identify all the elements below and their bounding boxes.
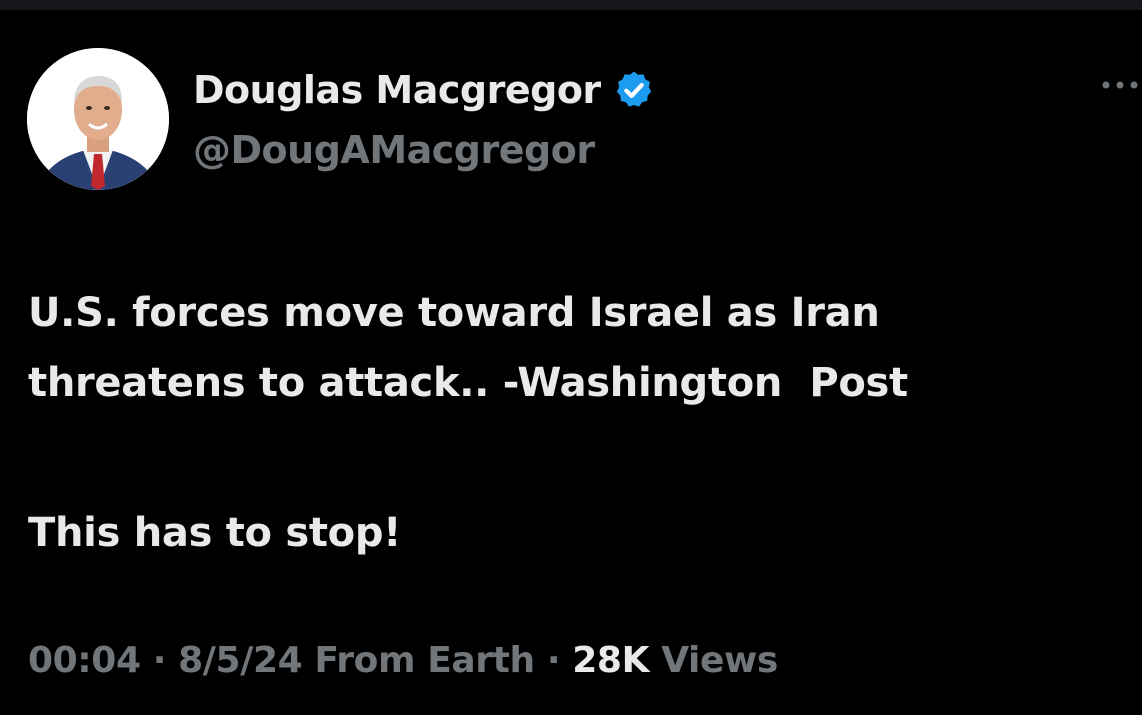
- tweet-text-paragraph-2: This has to stop!: [28, 510, 402, 556]
- views-label: Views: [661, 640, 778, 681]
- author-name-row: Douglas Macgregor: [193, 68, 655, 112]
- views-count[interactable]: 28K: [572, 640, 649, 681]
- top-bar: [0, 0, 1142, 10]
- tweet-text: U.S. forces move toward Israel as Iran th…: [28, 278, 1128, 418]
- author-display-name[interactable]: Douglas Macgregor: [193, 68, 601, 112]
- tweet-text-line-2: threatens to attack.. -Washington Post: [28, 360, 908, 406]
- verified-badge-icon[interactable]: [613, 69, 655, 111]
- tweet-date[interactable]: 8/5/24: [178, 640, 302, 681]
- avatar[interactable]: [27, 48, 169, 190]
- more-horizontal-icon[interactable]: [1098, 70, 1142, 100]
- tweet-time[interactable]: 00:04: [28, 640, 141, 681]
- author-handle[interactable]: @DougAMacgregor: [193, 128, 595, 172]
- tweet-source: From Earth: [314, 640, 535, 681]
- tweet-meta: 00:04 · 8/5/24 From Earth · 28K Views: [28, 640, 778, 681]
- meta-separator: ·: [152, 640, 167, 681]
- tweet: Douglas Macgregor @DougAMacgregor U.S. f…: [0, 10, 1142, 715]
- profile-photo-icon: [27, 48, 169, 190]
- tweet-text-line-1: U.S. forces move toward Israel as Iran: [28, 290, 880, 336]
- meta-separator: ·: [546, 640, 561, 681]
